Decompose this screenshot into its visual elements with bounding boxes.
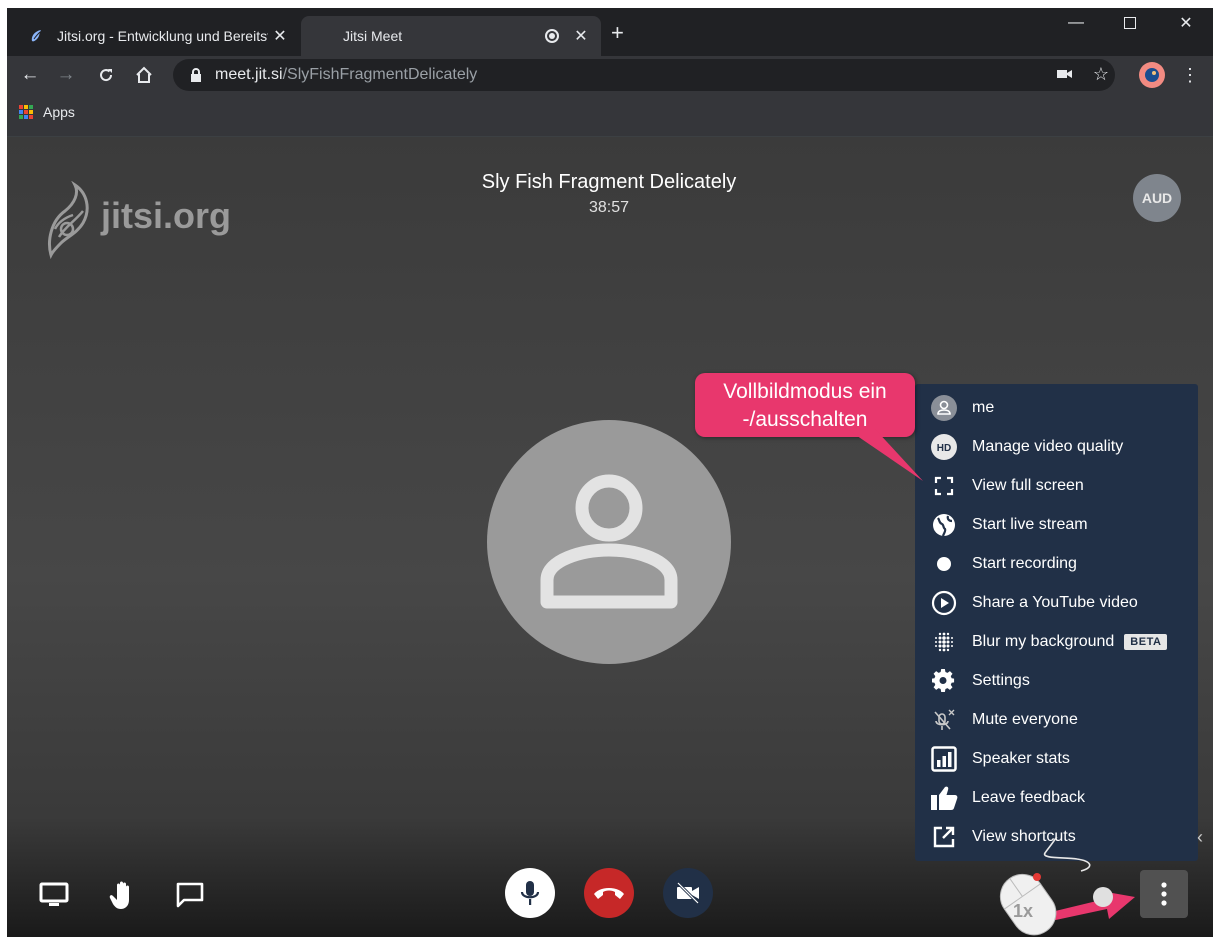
mouse-hint-label: 1x xyxy=(1013,901,1033,921)
monitor-icon xyxy=(39,882,69,906)
back-icon[interactable]: ← xyxy=(17,62,43,88)
new-tab-button[interactable]: + xyxy=(611,22,624,44)
url-path: /SlyFishFragmentDelicately xyxy=(282,66,478,83)
browser-toolbar: ← → meet.jit.si/SlyFishFragmentDelicatel… xyxy=(7,56,1213,94)
lock-icon xyxy=(189,68,203,82)
more-actions-button[interactable] xyxy=(1140,870,1188,918)
tab-close-icon[interactable]: ✕ xyxy=(569,26,593,46)
camera-button[interactable] xyxy=(663,868,713,918)
browser-menu-icon[interactable]: ⋮ xyxy=(1179,62,1201,88)
apps-label: Apps xyxy=(43,104,75,120)
tab-jitsi-org[interactable]: Jitsi.org - Entwicklung und Bereitstellu… xyxy=(15,16,300,56)
bookmark-apps[interactable]: Apps xyxy=(19,104,75,120)
close-window-icon[interactable]: ✕ xyxy=(1163,8,1209,38)
home-icon[interactable] xyxy=(131,62,157,88)
microphone-button[interactable] xyxy=(505,868,555,918)
tab-title: Jitsi.org - Entwicklung und Bereitstellu… xyxy=(57,28,268,44)
chat-icon xyxy=(176,882,204,908)
microphone-icon xyxy=(520,881,540,905)
bookmark-star-icon[interactable]: ☆ xyxy=(1091,64,1111,84)
tab-jitsi-meet[interactable]: Jitsi Meet ✕ xyxy=(301,16,601,56)
recording-indicator-icon xyxy=(545,29,559,43)
address-bar[interactable]: meet.jit.si/SlyFishFragmentDelicately xyxy=(173,59,1115,91)
tab-title: Jitsi Meet xyxy=(343,28,403,44)
maximize-icon[interactable] xyxy=(1107,8,1153,38)
meeting-stage: jitsi.org Sly Fish Fragment Delicately 3… xyxy=(7,137,1213,937)
hangup-button[interactable] xyxy=(584,868,634,918)
share-screen-button[interactable] xyxy=(32,873,76,917)
apps-grid-icon xyxy=(19,105,33,119)
raise-hand-button[interactable] xyxy=(101,873,145,917)
kebab-menu-icon xyxy=(1161,882,1167,906)
minimize-icon[interactable]: — xyxy=(1053,8,1099,38)
jitsi-meet-favicon-icon xyxy=(315,28,331,44)
tab-close-icon[interactable]: ✕ xyxy=(268,26,292,46)
mouse-click-hint-icon: 1x xyxy=(999,837,1113,936)
annotation-arrows xyxy=(847,429,1135,921)
camera-in-use-icon[interactable] xyxy=(1055,64,1075,84)
forward-icon[interactable]: → xyxy=(53,62,79,88)
chat-button[interactable] xyxy=(168,873,212,917)
bookmarks-bar: Apps xyxy=(7,94,1213,137)
reload-icon[interactable] xyxy=(93,62,119,88)
profile-avatar-icon[interactable] xyxy=(1139,62,1165,88)
url-host: meet.jit.si xyxy=(215,66,283,83)
tab-strip: Jitsi.org - Entwicklung und Bereitstellu… xyxy=(7,8,1213,56)
camera-off-icon xyxy=(676,881,700,905)
phone-hangup-icon xyxy=(594,888,624,899)
jitsi-favicon-icon xyxy=(29,28,45,44)
hand-icon xyxy=(109,881,129,909)
url-text: meet.jit.si/SlyFishFragmentDelicately xyxy=(215,66,477,84)
browser-chrome: Jitsi.org - Entwicklung und Bereitstellu… xyxy=(7,8,1213,137)
